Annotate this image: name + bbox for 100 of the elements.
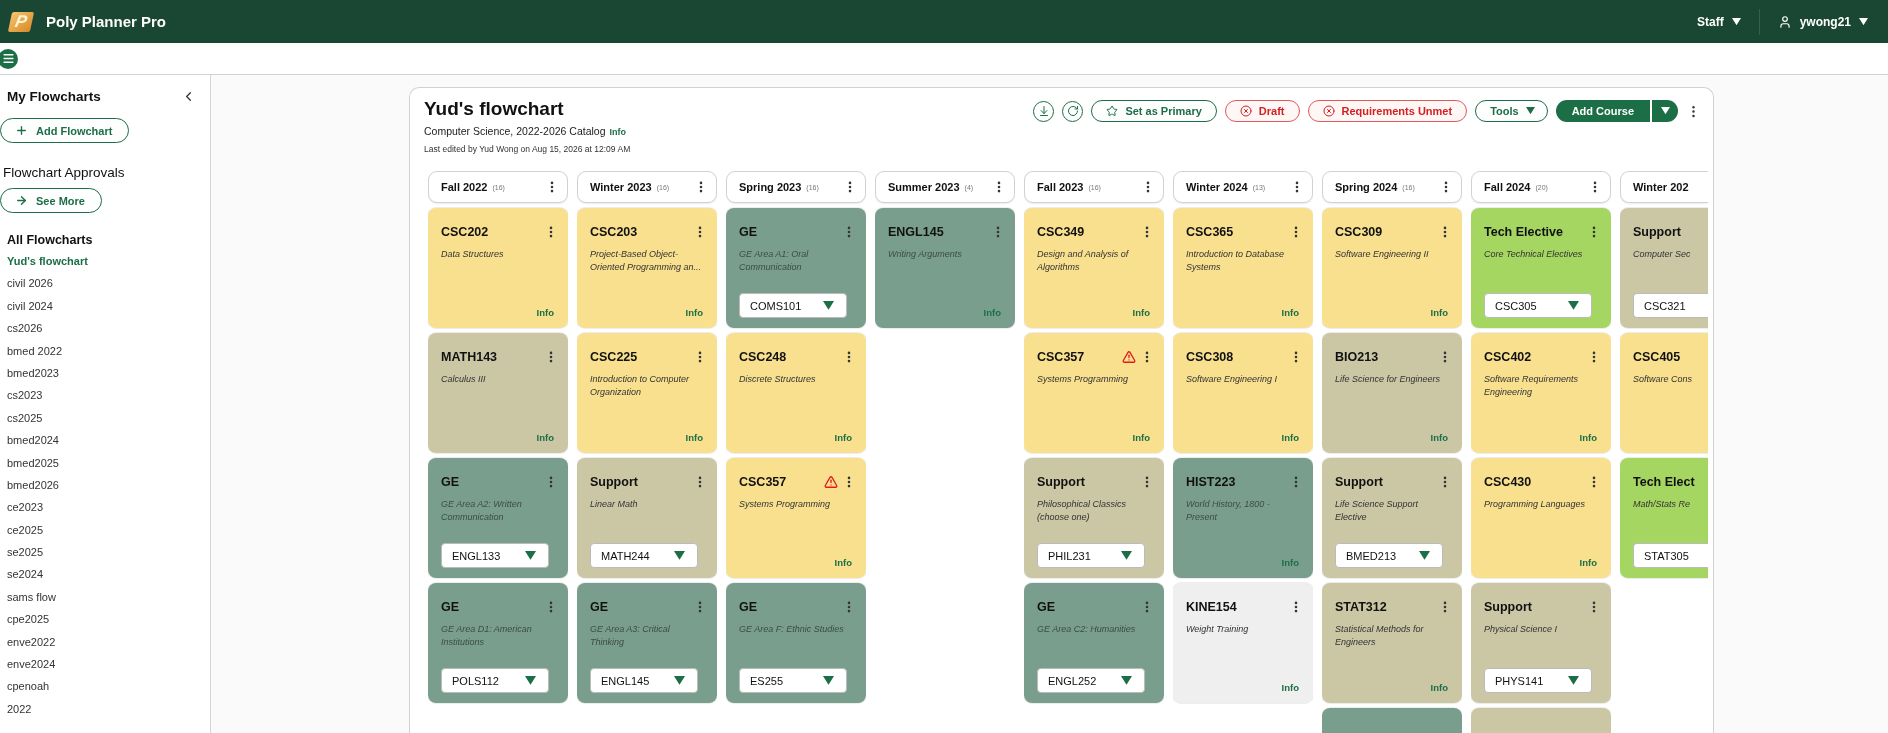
course-code: STAT312 [1335, 600, 1388, 614]
refresh-button[interactable] [1062, 100, 1084, 122]
flowchart-link[interactable]: sams flow [0, 589, 210, 613]
course-title: Discrete Structures [739, 373, 817, 386]
course-title: GE Area A1: Oral Communication [739, 248, 810, 274]
course-card[interactable]: GE GE Area F: Ethnic Studies ES255 [726, 583, 866, 703]
course-select[interactable]: MATH244 [590, 543, 698, 568]
flowchart-link[interactable]: cpe2025 [0, 612, 210, 635]
course-select[interactable]: BMED213 [1335, 543, 1443, 568]
add-course-menu-button[interactable] [1652, 100, 1678, 122]
info-link[interactable]: Info [1430, 432, 1448, 443]
status-button[interactable]: Requirements Unmet [1307, 100, 1468, 122]
flowchart-link[interactable]: se2025 [0, 545, 210, 568]
course-select[interactable]: ENGL133 [441, 543, 549, 568]
flowchart-link[interactable]: enve2022 [0, 634, 210, 658]
course-card[interactable]: Support Computer Sec CSC321 [1620, 208, 1708, 328]
menu-button[interactable] [0, 48, 18, 69]
course-card[interactable]: CSC202 Data Structures Info [428, 208, 568, 328]
course-select[interactable]: PHIL231 [1037, 543, 1145, 568]
catalog-info-link[interactable]: Info [609, 127, 627, 137]
course-card[interactable]: GE GE Area A2: Written Communication ENGL133 [428, 458, 568, 578]
course-select[interactable]: STAT305 [1633, 543, 1708, 568]
flowchart-link[interactable]: cs2023 [0, 388, 210, 411]
course-card[interactable]: GE GE Area D1: American Institutions POLS112 [428, 583, 568, 703]
flowchart-link[interactable]: cpenoah [0, 679, 210, 702]
flowchart-link[interactable]: cs2025 [0, 410, 210, 434]
course-card[interactable]: CSC203 Project-Based Object-Oriented Programming an... Info [577, 208, 717, 328]
course-card[interactable]: GE GE Area C2: Humanities ENGL252 [1024, 583, 1164, 703]
caret-icon [822, 676, 834, 685]
flowchart-link[interactable]: bmed2025 [0, 455, 210, 478]
course-card[interactable]: CSC225 Introduction to Computer Organization Info [577, 333, 717, 453]
flowchart-link[interactable]: bmed2023 [0, 365, 210, 389]
flowchart-link[interactable]: bmed2024 [0, 433, 210, 456]
role-menu[interactable]: Staff [1690, 14, 1747, 29]
flowchart-link[interactable]: ce2025 [0, 522, 210, 546]
course-select[interactable]: PHYS141 [1484, 668, 1592, 693]
course-select[interactable]: POLS112 [441, 668, 549, 693]
see-more-button[interactable]: See More [0, 188, 102, 213]
info-link[interactable]: Info [1281, 307, 1299, 318]
course-select[interactable]: CSC305 [1484, 293, 1592, 318]
course-card[interactable]: CSC357 Systems Programming Info [1024, 333, 1164, 453]
course-card[interactable]: CSC248 Discrete Structures Info [726, 333, 866, 453]
course-select[interactable]: ENGL252 [1037, 668, 1145, 693]
course-card[interactable]: CSC402 Software Requirements Engineering Info [1471, 333, 1611, 453]
course-card[interactable]: CSC309 Software Engineering II Info [1322, 208, 1462, 328]
info-link[interactable]: Info [685, 432, 703, 443]
course-select[interactable]: CSC321 [1633, 293, 1708, 318]
info-link[interactable]: Info [1579, 432, 1597, 443]
course-card[interactable]: CSC430 Programming Languages Info [1471, 458, 1611, 578]
course-card[interactable]: CSC357 Systems Programming Info [726, 458, 866, 578]
flowchart-link[interactable]: bmed 2022 [0, 343, 210, 366]
course-select[interactable]: ES255 [739, 668, 847, 693]
course-card[interactable]: GE GE Area A3: Critical Thinking ENGL145 [577, 583, 717, 703]
course-card[interactable]: KINE154 Weight Training Info [1173, 583, 1313, 703]
info-link[interactable]: Info [1132, 432, 1150, 443]
tools-button[interactable]: Tools [1475, 100, 1548, 122]
flowchart-link[interactable]: enve2024 [0, 657, 210, 680]
course-code: GE [590, 600, 610, 614]
flowchart-link[interactable]: Yud's flowchart [0, 254, 210, 277]
info-link[interactable]: Info [1132, 307, 1150, 318]
course-card[interactable]: Support Physical Science I PHYS141 [1471, 583, 1611, 703]
flowchart-link[interactable]: civil 2024 [0, 298, 210, 322]
course-select[interactable]: ENGL145 [590, 668, 698, 693]
info-link[interactable]: Info [685, 307, 703, 318]
flowchart-link[interactable]: civil 2026 [0, 276, 210, 299]
download-button[interactable] [1033, 100, 1055, 122]
course-select[interactable]: COMS101 [739, 293, 847, 318]
course-card[interactable]: CSC365 Introduction to Database Systems Info [1173, 208, 1313, 328]
course-card[interactable]: MATH143 Calculus III Info [428, 333, 568, 453]
info-link[interactable]: Info [536, 432, 554, 443]
info-link[interactable]: Info [536, 307, 554, 318]
course-card[interactable]: BIO213 Life Science for Engineers Info [1322, 333, 1462, 453]
set-primary-button[interactable]: Set as Primary [1091, 100, 1217, 122]
info-link[interactable]: Info [1281, 682, 1299, 693]
course-card[interactable]: Support Philosophical Classics (choose one) PHIL231 [1024, 458, 1164, 578]
flowchart-link[interactable]: 2022 [0, 701, 210, 725]
course-card[interactable]: GE GE Area A1: Oral Communication COMS101 [726, 208, 866, 328]
info-link[interactable]: Info [1281, 432, 1299, 443]
add-flowchart-button[interactable]: Add Flowchart [0, 118, 130, 143]
status-button[interactable]: Draft [1224, 100, 1300, 122]
info-link[interactable]: Info [1430, 307, 1448, 318]
info-link[interactable]: Info [1579, 557, 1597, 568]
flowchart-link[interactable]: cs2026 [0, 321, 210, 344]
flowchart-link[interactable]: se2024 [0, 567, 210, 590]
course-card[interactable]: CSC405 Software Cons [1620, 333, 1708, 453]
course-card[interactable]: CSC349 Design and Analysis of Algorithms Info [1024, 208, 1164, 328]
course-card[interactable]: CSC308 Software Engineering I Info [1173, 333, 1313, 453]
course-card[interactable]: Tech Elect Math/Stats Re STAT305 [1620, 458, 1708, 578]
course-card[interactable]: Support Life Science Support Elective BMED213 [1322, 458, 1462, 578]
course-code: GE [739, 225, 759, 239]
info-link[interactable]: Info [834, 432, 852, 443]
course-card[interactable]: STAT312 Statistical Methods for Engineers Info [1322, 583, 1462, 703]
info-link[interactable]: Info [1430, 682, 1448, 693]
course-card[interactable]: Support Linear Math MATH244 [577, 458, 717, 578]
course-card[interactable]: Tech Elective Core Technical Electives CSC305 [1471, 208, 1611, 328]
add-course-button[interactable]: Add Course [1555, 100, 1650, 122]
flowchart-link[interactable]: bmed2026 [0, 477, 210, 501]
flowchart-link[interactable]: ce2023 [0, 500, 210, 523]
user-menu[interactable]: ywong21 [1771, 14, 1874, 29]
info-link[interactable]: Info [834, 557, 852, 568]
